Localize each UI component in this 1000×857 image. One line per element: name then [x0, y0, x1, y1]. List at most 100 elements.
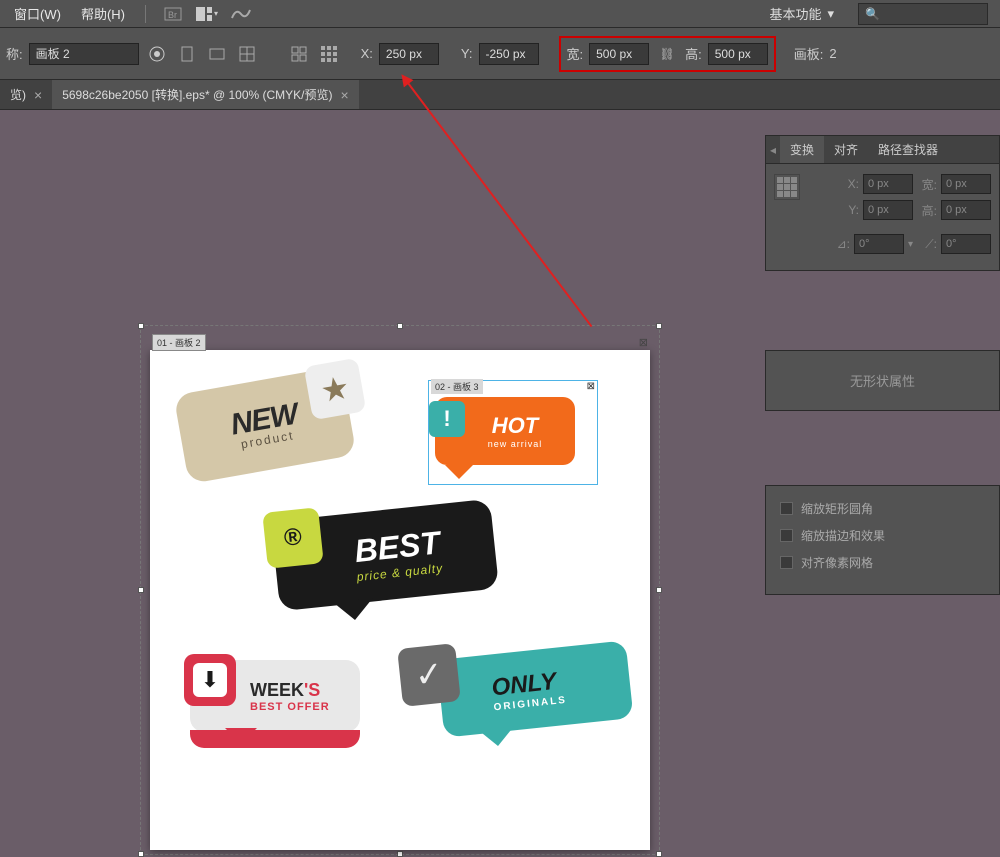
menu-window[interactable]: 窗口(W) — [4, 4, 71, 23]
bubble-tail — [225, 728, 257, 760]
tab-2-label: 5698c26be2050 [转换].eps* @ 100% (CMYK/预览) — [62, 86, 332, 103]
close-icon[interactable]: × — [341, 87, 349, 103]
highlighted-dimensions: 宽: ⛓ 高: — [559, 36, 776, 72]
checkbox[interactable] — [780, 529, 793, 542]
gpu-icon[interactable] — [230, 5, 252, 23]
orient-landscape-icon[interactable] — [205, 42, 229, 66]
width-input[interactable] — [589, 43, 649, 65]
artboard-count-label: 画板: — [794, 44, 824, 63]
star-icon: ★ — [304, 358, 367, 421]
transform-options-panel: 缩放矩形圆角 缩放描边和效果 对齐像素网格 — [765, 485, 1000, 595]
search-icon: 🔍 — [865, 7, 880, 21]
selection-handle[interactable] — [138, 323, 144, 329]
panel-h-label: 高: — [917, 202, 937, 219]
tab-2[interactable]: 5698c26be2050 [转换].eps* @ 100% (CMYK/预览)… — [52, 80, 359, 109]
artboard-count: 2 — [829, 46, 836, 61]
badge-subtitle: BEST OFFER — [250, 701, 330, 713]
badge-best[interactable]: BEST price & qualty ® — [275, 510, 525, 640]
orient-portrait-icon[interactable] — [175, 42, 199, 66]
selection-handle[interactable] — [656, 851, 662, 857]
checkbox[interactable] — [780, 502, 793, 515]
tab-align[interactable]: 对齐 — [824, 136, 868, 163]
h-label: 高: — [685, 44, 702, 63]
svg-text:Br: Br — [168, 10, 177, 20]
panel-x-input[interactable] — [863, 174, 913, 194]
artboard-1[interactable]: 01 - 画板 2 ⊠ 02 - 画板 3 ⊠ NEW product ★ HO… — [150, 350, 650, 850]
panel-h-input[interactable] — [941, 200, 991, 220]
tab-1-label: 览) — [10, 86, 26, 103]
artboard-3-label: 02 - 画板 3 — [431, 379, 483, 394]
collapse-icon[interactable]: ◂ — [766, 136, 780, 163]
document-tabs: 览) × 5698c26be2050 [转换].eps* @ 100% (CMY… — [0, 80, 1000, 110]
dropdown-icon: ▾ — [827, 6, 834, 22]
bubble-accent — [190, 730, 360, 748]
selection-handle[interactable] — [656, 587, 662, 593]
check-icon: ✓ — [397, 643, 461, 707]
bubble-tail — [200, 456, 236, 492]
shape-properties-panel: 无形状属性 — [765, 350, 1000, 411]
panel-angle-input[interactable] — [854, 234, 904, 254]
badge-hot[interactable]: HOT new arrival ! — [435, 397, 590, 487]
selection-handle[interactable] — [397, 851, 403, 857]
checkbox[interactable] — [780, 556, 793, 569]
name-label: 称: — [6, 44, 23, 63]
no-shape-label: 无形状属性 — [850, 374, 915, 389]
badge-title: HOT — [492, 413, 538, 439]
artboard-name-input[interactable] — [29, 43, 139, 65]
panel-x-label: X: — [839, 177, 859, 191]
workspace-label: 基本功能 — [769, 4, 821, 23]
bubble-tail — [333, 598, 377, 642]
panel-angle-label: ⊿: — [830, 237, 850, 251]
tab-transform[interactable]: 变换 — [780, 136, 824, 163]
option-label: 缩放矩形圆角 — [801, 500, 873, 517]
y-input[interactable] — [479, 43, 539, 65]
panel-body: X: 宽: Y: 高: ⊿: ▾ ⟋: — [766, 164, 999, 270]
w-label: 宽: — [567, 44, 584, 63]
transform-panel: ◂ 变换 对齐 路径查找器 X: 宽: Y: 高: — [765, 135, 1000, 271]
x-label: X: — [361, 46, 373, 61]
selection-handle[interactable] — [397, 323, 403, 329]
x-input[interactable] — [379, 43, 439, 65]
height-input[interactable] — [708, 43, 768, 65]
arrange-icon[interactable]: ▾ — [196, 5, 218, 23]
grid2-icon[interactable] — [287, 42, 311, 66]
selection-handle[interactable] — [138, 851, 144, 857]
control-bar: 称: X: Y: 宽: ⛓ 高: 画板: 2 — [0, 28, 1000, 80]
option-scale-strokes[interactable]: 缩放描边和效果 — [780, 527, 985, 544]
panel-w-label: 宽: — [917, 176, 937, 193]
badge-week[interactable]: WEEK'S BEST OFFER ⬇ — [190, 660, 390, 770]
bubble-tail — [445, 465, 473, 493]
ref-point-icon[interactable] — [145, 42, 169, 66]
close-icon[interactable]: × — [34, 87, 42, 103]
option-scale-corners[interactable]: 缩放矩形圆角 — [780, 500, 985, 517]
panel-shear-input[interactable] — [941, 234, 991, 254]
artboard-label: 01 - 画板 2 — [152, 334, 206, 351]
grid1-icon[interactable] — [235, 42, 259, 66]
badge-title: WEEK'S — [250, 680, 320, 701]
artboard-close-icon[interactable]: ⊠ — [587, 381, 595, 392]
tab-pathfinder[interactable]: 路径查找器 — [868, 136, 948, 163]
tab-1[interactable]: 览) × — [0, 80, 52, 109]
bridge-icon[interactable]: Br — [162, 5, 184, 23]
reference-point-icon[interactable] — [774, 174, 800, 200]
dropdown-icon[interactable]: ▾ — [908, 239, 913, 250]
search-input[interactable]: 🔍 — [858, 3, 988, 25]
panel-y-input[interactable] — [863, 200, 913, 220]
badge-subtitle: new arrival — [488, 439, 543, 449]
panel-w-input[interactable] — [941, 174, 991, 194]
grid3-icon[interactable] — [317, 42, 341, 66]
workspace-selector[interactable]: 基本功能 ▾ — [753, 0, 850, 27]
link-icon[interactable]: ⛓ — [655, 42, 679, 66]
badge-new[interactable]: NEW product ★ — [180, 370, 390, 500]
artboard-close-icon[interactable]: ⊠ — [639, 336, 648, 349]
option-label: 对齐像素网格 — [801, 554, 873, 571]
menu-help[interactable]: 帮助(H) — [71, 4, 135, 23]
selection-handle[interactable] — [656, 323, 662, 329]
down-arrow-icon: ⬇ — [184, 654, 236, 706]
option-align-pixel[interactable]: 对齐像素网格 — [780, 554, 985, 571]
speech-bubble: ONLY ORIGINALS — [436, 640, 633, 737]
menu-bar: 窗口(W) 帮助(H) Br ▾ 基本功能 ▾ 🔍 — [0, 0, 1000, 28]
badge-only[interactable]: ONLY ORIGINALS ✓ — [400, 650, 630, 770]
selection-handle[interactable] — [138, 587, 144, 593]
panel-shear-label: ⟋: — [917, 237, 937, 252]
